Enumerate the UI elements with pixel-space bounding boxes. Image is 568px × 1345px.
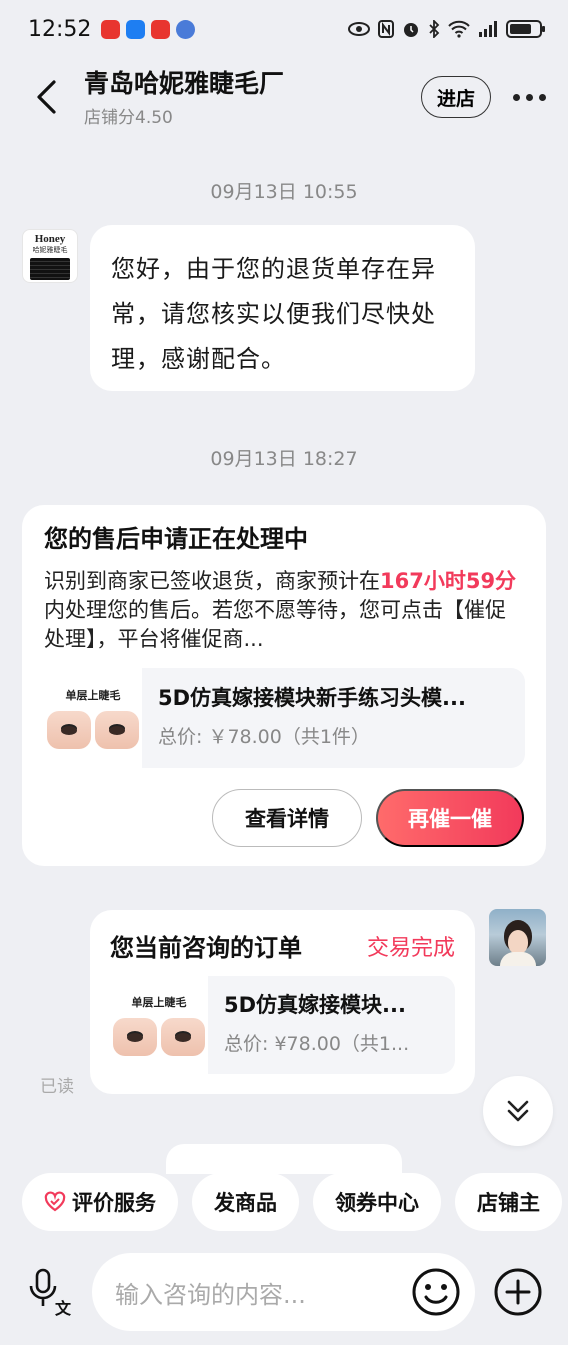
scroll-to-bottom-button[interactable] xyxy=(483,1076,553,1146)
aftersale-body-prefix: 识别到商家已签收退货，商家预计在 xyxy=(44,569,380,593)
card-actions: 查看详情 再催一催 xyxy=(212,789,524,847)
urge-button[interactable]: 再催一催 xyxy=(376,789,524,847)
aftersale-card-body: 识别到商家已签收退货，商家预计在167小时59分内处理您的售后。若您不愿等待，您… xyxy=(44,567,524,654)
eye-icon xyxy=(348,22,370,36)
shop-score: 店铺分4.50 xyxy=(84,107,173,128)
status-indicators xyxy=(348,20,545,38)
quick-action-coupons[interactable]: 领券中心 xyxy=(313,1173,441,1231)
shop-name: 青岛哈妮雅睫毛厂 xyxy=(84,68,285,98)
product-title: 5D仿真嫁接模块... xyxy=(224,993,406,1017)
shop-info[interactable]: 青岛哈妮雅睫毛厂 店铺分4.50 xyxy=(84,67,421,128)
battery-level xyxy=(510,24,531,34)
product-thumbnail: 单层上睫毛 xyxy=(44,668,142,768)
order-status: 交易完成 xyxy=(366,935,455,961)
app-icon-red-2 xyxy=(151,19,171,39)
bluetooth-icon xyxy=(429,20,440,38)
heart-handshake-icon xyxy=(44,1191,66,1213)
app-icon-music xyxy=(176,19,196,39)
product-thumbnail: 单层上睫毛 xyxy=(110,976,208,1074)
quick-actions: 评价服务 发商品 领券中心 店铺主 xyxy=(22,1173,568,1231)
merchant-message-bubble[interactable]: 您好，由于您的退货单存在异常，请您核实以便我们尽快处理，感谢配合。 xyxy=(90,225,475,391)
chat-header: 青岛哈妮雅睫毛厂 店铺分4.50 进店 xyxy=(0,58,568,136)
app-icon-red xyxy=(101,19,121,39)
product-price: 总价: ¥78.00（共1... xyxy=(224,1033,410,1055)
quick-action-shop-home[interactable]: 店铺主 xyxy=(455,1173,562,1231)
enter-shop-button[interactable]: 进店 xyxy=(421,76,491,118)
aftersale-product[interactable]: 单层上睫毛 5D仿真嫁接模块新手练习头模... 总价: ￥78.00（共1件） xyxy=(44,668,525,768)
product-price: 总价: ￥78.00（共1件） xyxy=(158,726,370,748)
wifi-icon xyxy=(448,20,470,38)
notification-icons xyxy=(101,19,196,39)
input-bar: 文 输入咨询的内容... xyxy=(0,1246,568,1345)
product-info: 5D仿真嫁接模块新手练习头模... 总价: ￥78.00（共1件） xyxy=(142,668,525,768)
order-product[interactable]: 单层上睫毛 5D仿真嫁接模块... 总价: ¥78.00（共1... xyxy=(110,976,455,1074)
signal-icon xyxy=(479,21,497,37)
shop-avatar[interactable]: Honey 哈妮雅睫毛 xyxy=(22,229,78,283)
eye-pads-image xyxy=(47,711,139,749)
product-thumb-label: 单层上睫毛 xyxy=(131,996,187,1009)
status-bar: 12:52 xyxy=(0,0,568,58)
plus-icon[interactable] xyxy=(492,1266,544,1318)
user-avatar[interactable] xyxy=(489,909,546,966)
lash-box-image xyxy=(30,258,70,280)
message-input-placeholder: 输入咨询的内容... xyxy=(115,1280,306,1309)
aftersale-deadline: 167小时59分 xyxy=(380,569,517,593)
shop-logo-sub: 哈妮雅睫毛 xyxy=(32,246,68,254)
message-timestamp: 09月13日 10:55 xyxy=(210,181,358,203)
more-icon[interactable] xyxy=(513,93,546,101)
order-head: 您当前咨询的订单 交易完成 xyxy=(110,928,455,963)
quick-action-review[interactable]: 评价服务 xyxy=(22,1173,178,1231)
aftersale-body-suffix: 内处理您的售后。若您不愿等待，您可点击【催促处理】，平台将催促商... xyxy=(44,598,506,651)
nfc-icon xyxy=(378,20,394,38)
app-icon-blue xyxy=(126,19,146,39)
aftersale-card[interactable]: 您的售后申请正在处理中 识别到商家已签收退货，商家预计在167小时59分内处理您… xyxy=(22,505,546,866)
product-info: 5D仿真嫁接模块... 总价: ¥78.00（共1... xyxy=(208,976,455,1074)
product-thumb-label: 单层上睫毛 xyxy=(65,689,121,702)
status-time: 12:52 xyxy=(28,16,92,42)
order-title: 您当前咨询的订单 xyxy=(110,934,302,962)
quick-action-send-product[interactable]: 发商品 xyxy=(192,1173,299,1231)
double-chevron-down-icon xyxy=(507,1100,529,1122)
quick-action-label: 评价服务 xyxy=(72,1191,156,1215)
message-timestamp: 09月13日 18:27 xyxy=(210,448,358,470)
eye-pads-image xyxy=(113,1018,205,1056)
battery-icon xyxy=(506,20,545,38)
view-details-button[interactable]: 查看详情 xyxy=(212,789,362,847)
back-icon[interactable] xyxy=(28,77,64,117)
aftersale-card-title: 您的售后申请正在处理中 xyxy=(44,525,308,553)
order-inquiry-bubble[interactable]: 您当前咨询的订单 交易完成 单层上睫毛 5D仿真嫁接模块... 总价: ¥78.… xyxy=(90,910,475,1094)
product-title: 5D仿真嫁接模块新手练习头模... xyxy=(158,686,466,710)
alarm-icon xyxy=(404,23,418,37)
read-receipt: 已读 xyxy=(40,1077,74,1097)
svg-text:文: 文 xyxy=(55,1299,72,1318)
shop-logo-brand: Honey xyxy=(34,233,66,245)
emoji-icon[interactable] xyxy=(410,1266,462,1318)
partial-message-bubble xyxy=(166,1144,402,1174)
voice-to-text-icon[interactable]: 文 xyxy=(26,1268,76,1318)
